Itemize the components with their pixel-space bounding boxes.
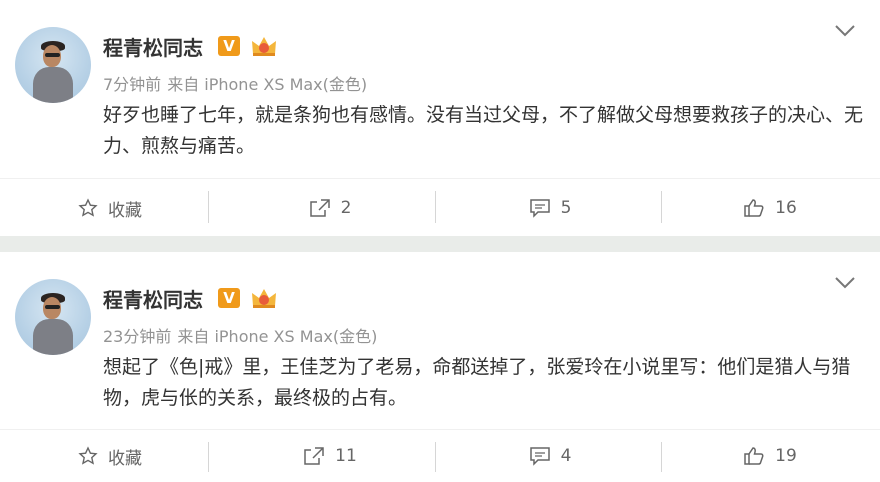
comment-button[interactable]: 5 <box>440 179 660 237</box>
chevron-down-icon[interactable] <box>834 24 856 38</box>
like-button[interactable]: 16 <box>660 179 880 237</box>
comment-icon <box>529 199 550 218</box>
repost-count: 2 <box>340 198 352 218</box>
post-time[interactable]: 23分钟前 <box>103 327 171 346</box>
repost-button[interactable]: 11 <box>220 430 440 482</box>
star-icon <box>78 198 98 217</box>
verified-v-badge: V <box>218 288 240 308</box>
share-icon <box>309 199 330 217</box>
post-meta: 23分钟前 来自 iPhone XS Max(金色) <box>103 323 377 347</box>
author-name[interactable]: 程青松同志 <box>103 32 203 61</box>
post-source: 来自 iPhone XS Max(金色) <box>167 75 368 94</box>
post-meta: 7分钟前 来自 iPhone XS Max(金色) <box>103 71 367 95</box>
post-time[interactable]: 7分钟前 <box>103 75 161 94</box>
thumbs-up-icon <box>744 447 764 465</box>
divider <box>208 442 209 472</box>
post-text: 想起了《色|戒》里，王佳芝为了老易，命都送掉了，张爱玲在小说里写：他们是猎人与猎… <box>103 356 851 409</box>
favorite-label: 收藏 <box>108 448 142 469</box>
like-count: 19 <box>775 446 797 466</box>
star-icon <box>78 446 98 465</box>
favorite-button[interactable]: 收藏 <box>0 179 220 237</box>
verified-v-badge: V <box>218 36 240 56</box>
comment-count: 5 <box>560 198 572 218</box>
post-card: 程青松同志 V 23分钟前 来自 iPhone XS Max(金色) 想起了《色|… <box>0 252 880 482</box>
divider <box>435 191 436 223</box>
crown-badge-icon <box>252 37 276 56</box>
like-count: 16 <box>775 198 797 218</box>
avatar[interactable] <box>15 27 91 103</box>
comment-icon <box>529 447 550 466</box>
favorite-button[interactable]: 收藏 <box>0 430 220 482</box>
comment-count: 4 <box>560 446 572 466</box>
crown-badge-icon <box>252 289 276 308</box>
repost-button[interactable]: 2 <box>220 179 440 237</box>
favorite-label: 收藏 <box>108 200 142 221</box>
share-icon <box>304 447 324 465</box>
comment-button[interactable]: 4 <box>440 430 660 482</box>
action-bar: 收藏 11 4 19 <box>0 429 880 482</box>
post-source: 来自 iPhone XS Max(金色) <box>177 327 378 346</box>
repost-count: 11 <box>335 446 357 466</box>
avatar[interactable] <box>15 279 91 355</box>
post-text: 好歹也睡了七年，就是条狗也有感情。没有当过父母，不了解做父母想要救孩子的决心、无… <box>103 104 864 157</box>
chevron-down-icon[interactable] <box>834 276 856 290</box>
author-name[interactable]: 程青松同志 <box>103 284 203 313</box>
like-button[interactable]: 19 <box>660 430 880 482</box>
action-bar: 收藏 2 5 16 <box>0 178 880 237</box>
divider <box>208 191 209 223</box>
post-card: 程青松同志 V 7分钟前 来自 iPhone XS Max(金色) 好歹也睡了七年… <box>0 0 880 236</box>
thumbs-up-icon <box>744 199 764 217</box>
divider <box>435 442 436 472</box>
